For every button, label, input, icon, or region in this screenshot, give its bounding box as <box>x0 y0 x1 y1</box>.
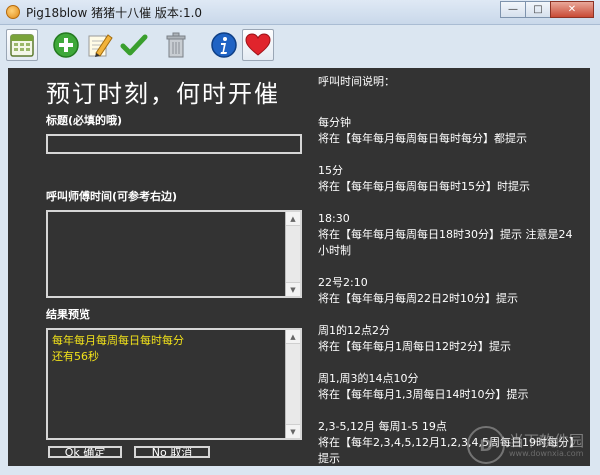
help-entry-input: 每分钟 <box>318 116 351 129</box>
scroll-down-icon[interactable]: ▼ <box>286 424 300 438</box>
edit-button[interactable] <box>84 29 116 61</box>
toolbar <box>0 25 600 65</box>
window-controls: — □ ✕ <box>500 1 594 19</box>
calendar-icon <box>10 34 34 57</box>
window-title: Pig18blow 猪猪十八催 版本:1.0 <box>26 6 203 20</box>
cancel-button[interactable]: No 取消 <box>134 446 210 458</box>
add-button[interactable] <box>50 29 82 61</box>
minimize-button[interactable]: — <box>500 1 526 18</box>
time-label: 呼叫师傅时间(可参考右边) <box>46 190 178 203</box>
scroll-up-icon[interactable]: ▲ <box>286 330 300 344</box>
help-entry: 22号2:10 将在【每年每月每周22日2时10分】提示 <box>318 275 580 307</box>
help-entry: 周1,周3的14点10分 将在【每年每月1,3周每日14时10分】提示 <box>318 371 580 403</box>
help-entry-desc: 将在【每年每月每周22日2时10分】提示 <box>318 292 518 305</box>
confirm-button[interactable] <box>118 29 150 61</box>
ok-button[interactable]: Ok 确定 <box>48 446 122 458</box>
time-input[interactable]: ▲ ▼ <box>46 210 302 298</box>
calendar-button[interactable] <box>6 29 38 61</box>
help-entry: 周1的12点2分 将在【每年每月1周每日12时2分】提示 <box>318 323 580 355</box>
main-panel: 预订时刻，何时开催 标题(必填的哦) 呼叫师傅时间(可参考右边) ▲ ▼ 结果预… <box>8 68 590 466</box>
pig-app-icon <box>6 5 20 19</box>
preview-text: 每年每月每周每日每时每分 还有56秒 <box>52 333 184 365</box>
help-panel: 呼叫时间说明： 每分钟 将在【每年每月每周每日每时每分】都提示 15分 将在【每… <box>318 74 580 466</box>
preview-label: 结果预览 <box>46 308 90 321</box>
watermark: D 当下软件园 www.downxia.com <box>466 426 584 464</box>
help-entry-input: 18:30 <box>318 212 350 225</box>
scroll-down-icon[interactable]: ▼ <box>286 282 300 296</box>
info-icon <box>211 32 237 58</box>
preview-line: 还有56秒 <box>52 350 99 363</box>
watermark-url: www.downxia.com <box>508 448 584 458</box>
preview-scrollbar[interactable]: ▲ ▼ <box>285 330 300 438</box>
help-entry-desc: 将在【每年每月1周每日12时2分】提示 <box>318 340 511 353</box>
help-entry-input: 15分 <box>318 164 343 177</box>
help-entry-input: 22号2:10 <box>318 276 368 289</box>
title-bar: Pig18blow 猪猪十八催 版本:1.0 — □ ✕ <box>0 0 600 25</box>
page-title: 预订时刻，何时开催 <box>46 80 280 108</box>
help-entry: 15分 将在【每年每月每周每日每时15分】时提示 <box>318 163 580 195</box>
help-entry-input: 周1,周3的14点10分 <box>318 372 419 385</box>
maximize-button[interactable]: □ <box>525 1 551 18</box>
close-button[interactable]: ✕ <box>550 1 594 18</box>
scroll-up-icon[interactable]: ▲ <box>286 212 300 226</box>
preview-box: 每年每月每周每日每时每分 还有56秒 ▲ ▼ <box>46 328 302 440</box>
help-entry: 18:30 将在【每年每月每周每日18时30分】提示 注意是24小时制 <box>318 211 580 259</box>
heart-icon <box>245 33 271 56</box>
info-button[interactable] <box>208 29 240 61</box>
help-entry-desc: 将在【每年每月1,3周每日14时10分】提示 <box>318 388 529 401</box>
help-entry-desc: 将在【每年每月每周每日每时每分】都提示 <box>318 132 527 145</box>
help-entry-input: 周1的12点2分 <box>318 324 390 337</box>
title-input[interactable] <box>46 134 302 154</box>
add-icon <box>53 32 79 58</box>
help-entry-desc: 将在【每年每月每周每日18时30分】提示 注意是24小时制 <box>318 228 573 257</box>
watermark-text: 当下软件园 <box>508 431 584 450</box>
title-label: 标题(必填的哦) <box>46 114 123 127</box>
watermark-logo-icon: D <box>466 426 505 464</box>
time-scrollbar[interactable]: ▲ ▼ <box>285 212 300 296</box>
help-entry-desc: 将在【每年每月每周每日每时15分】时提示 <box>318 180 530 193</box>
delete-button[interactable] <box>160 29 192 61</box>
checkmark-icon <box>120 34 148 56</box>
help-entry: 每分钟 将在【每年每月每周每日每时每分】都提示 <box>318 115 580 147</box>
favorite-button[interactable] <box>242 29 274 61</box>
help-title: 呼叫时间说明： <box>318 75 395 88</box>
preview-line: 每年每月每周每日每时每分 <box>52 334 184 347</box>
trash-icon <box>166 32 186 58</box>
edit-icon <box>88 34 113 57</box>
